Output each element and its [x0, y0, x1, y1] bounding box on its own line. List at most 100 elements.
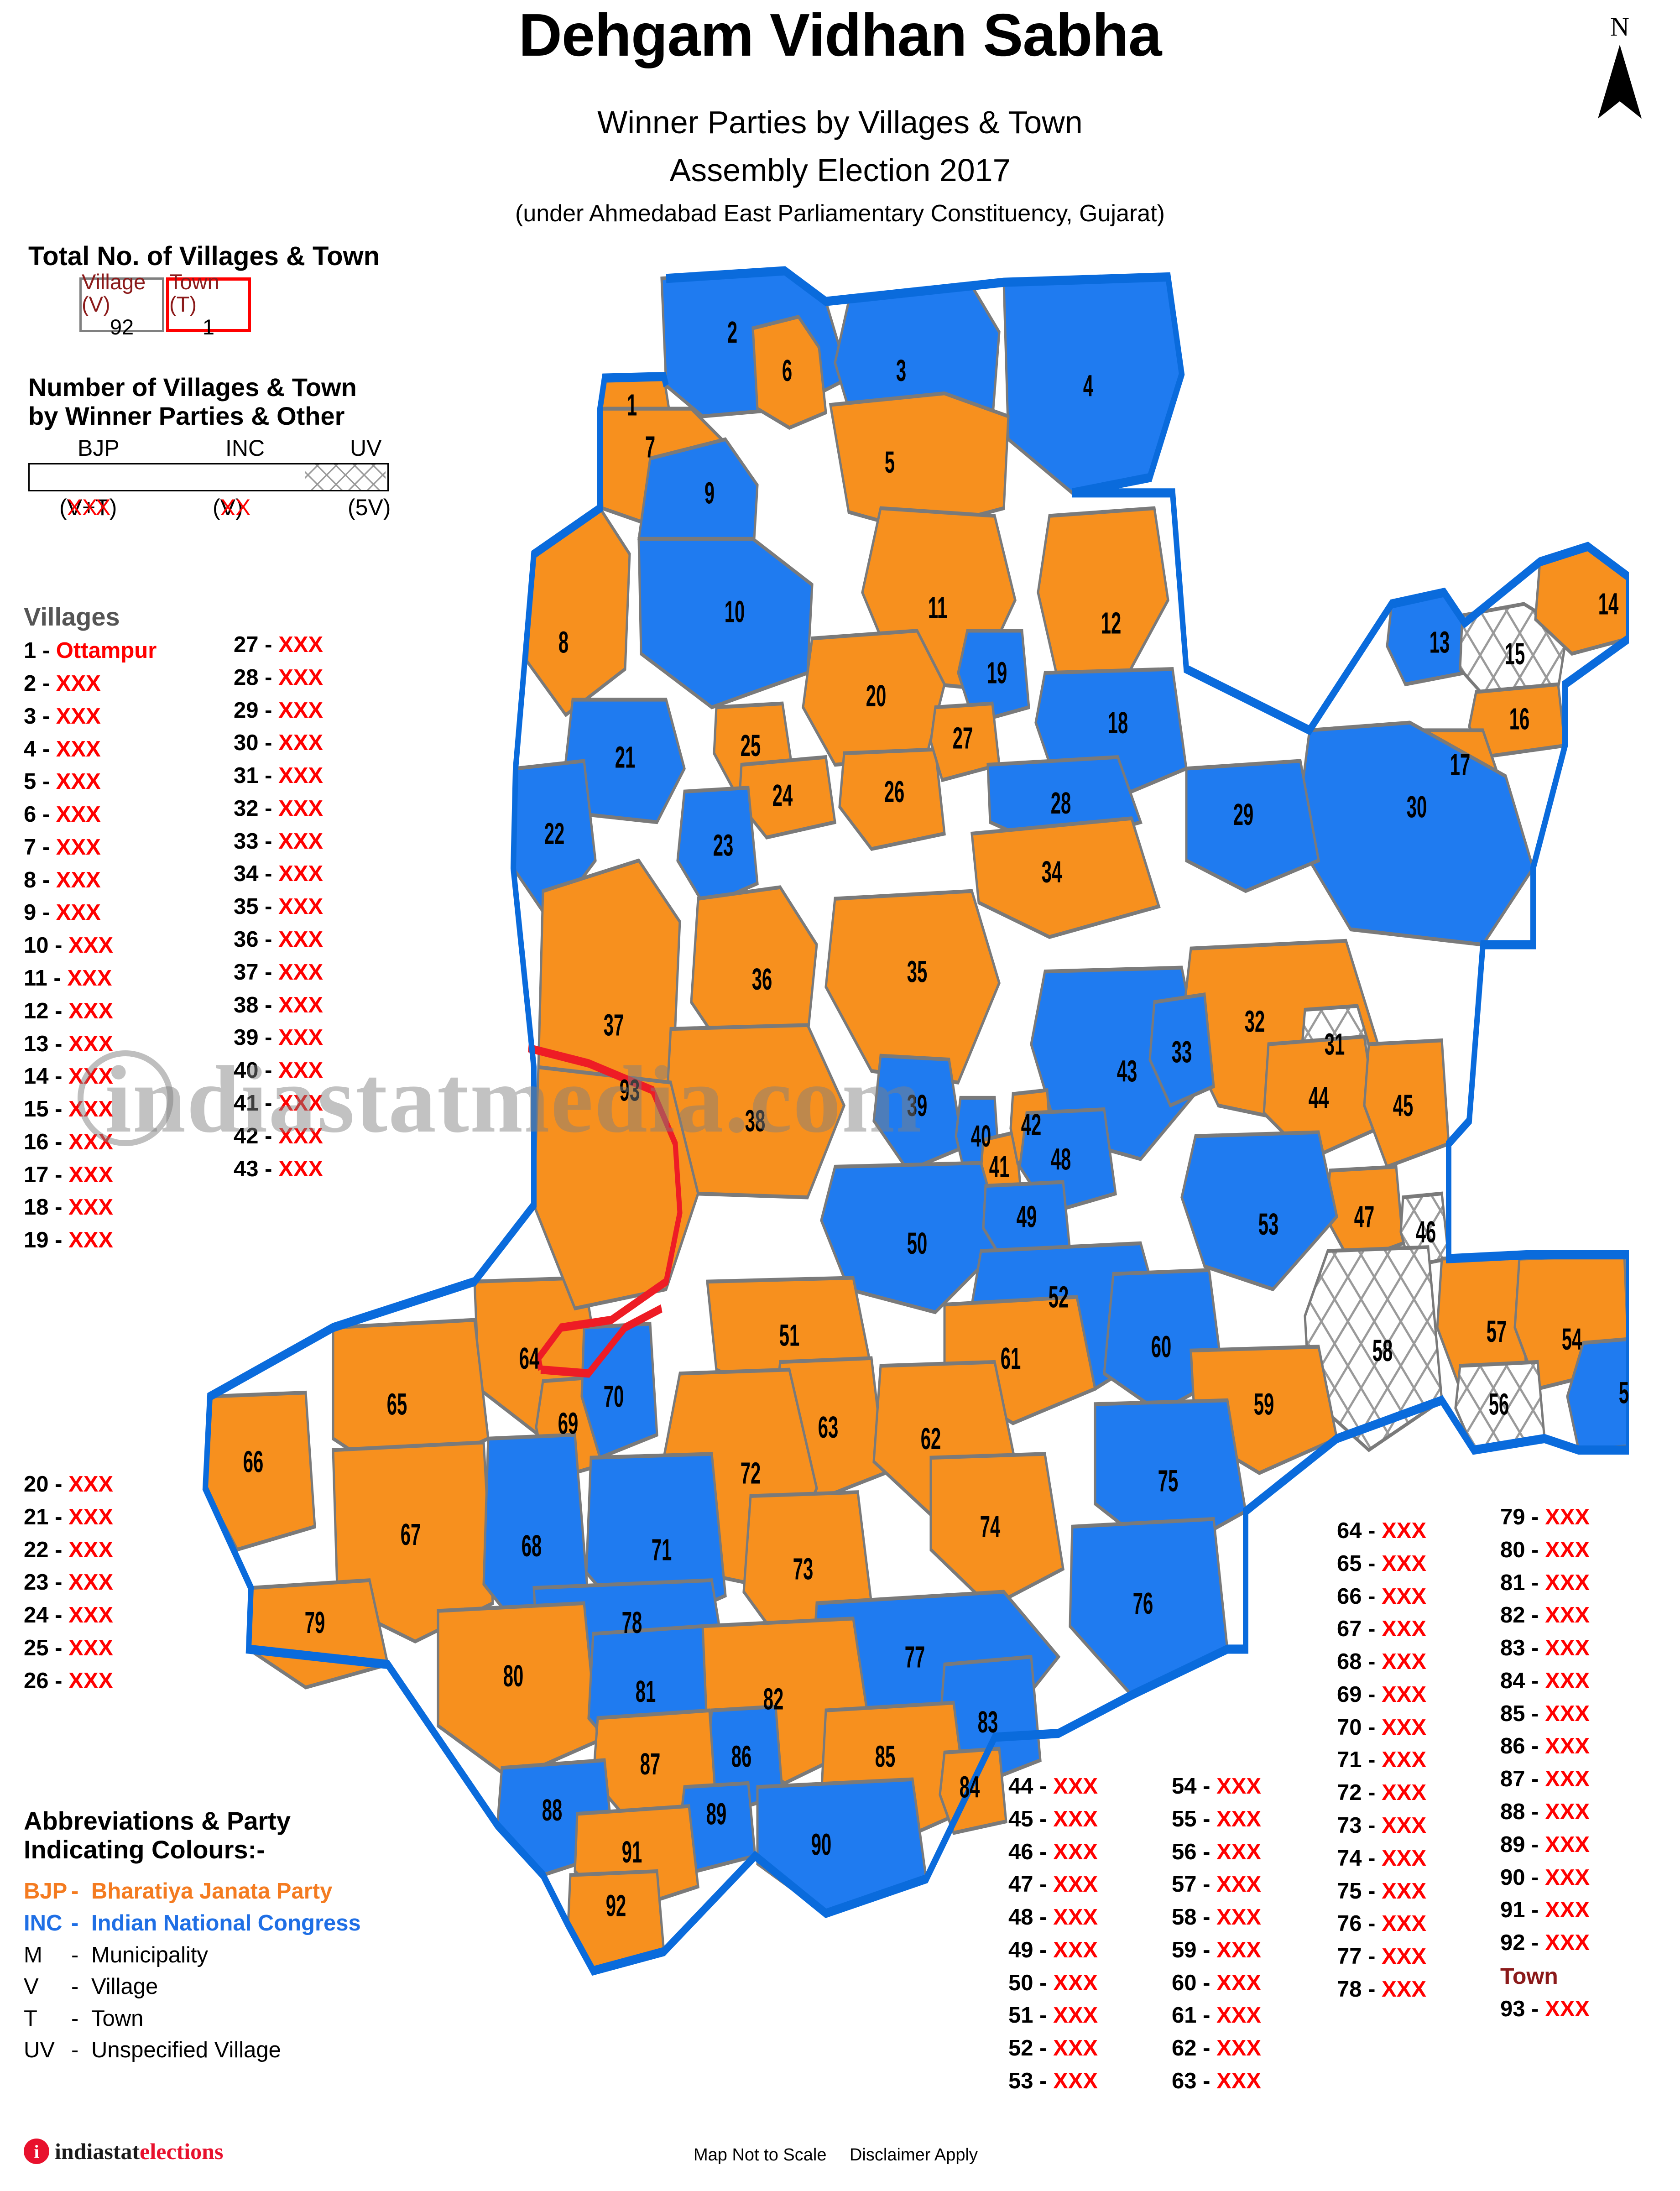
village-name: XXX: [1053, 2036, 1098, 2061]
map-region-label: 61: [1001, 1341, 1021, 1375]
map-region-label: 92: [606, 1888, 626, 1923]
village-number: 11 -: [24, 966, 68, 991]
note-map-not-to-scale: Map Not to Scale: [694, 2145, 827, 2165]
village-number: 9 -: [24, 900, 56, 925]
map-region-label: 12: [1101, 606, 1121, 640]
village-number: 19 -: [24, 1228, 69, 1253]
map-region-label: 26: [884, 774, 904, 809]
village-name: XXX: [1216, 2069, 1262, 2094]
map-region-label: 29: [1233, 797, 1253, 831]
map-region-label: 11: [928, 590, 947, 625]
village-number: 6 -: [24, 802, 56, 827]
village-number: 53 -: [1008, 2069, 1054, 2094]
map-region-label: 70: [604, 1379, 624, 1414]
village-list-item: 52 - XXX: [1008, 2032, 1098, 2065]
map-region-label: 3: [896, 353, 906, 387]
abbreviation-dash: -: [71, 2038, 79, 2063]
choropleth-map[interactable]: 1 2 3 4 5 6 7 8 9 10 11 12 13 14 15 16 17 18 19 20 21 22 23 24 2…: [78, 256, 1629, 2017]
map-region-label: 19: [987, 656, 1007, 690]
village-number: 22 -: [24, 1537, 69, 1562]
village-number: 7 -: [24, 835, 56, 860]
map-region-label: 20: [866, 678, 886, 713]
map-region-34[interactable]: [970, 816, 1161, 939]
map-region-label: 7: [645, 430, 655, 464]
map-region-label: 35: [907, 955, 927, 989]
village-number: 52 -: [1008, 2036, 1054, 2061]
map-region-93[interactable]: [532, 1065, 699, 1311]
note-disclaimer: Disclaimer Apply: [850, 2145, 978, 2165]
map-region-label: 2: [727, 315, 737, 349]
map-region-label: 75: [1158, 1464, 1178, 1498]
map-region-label: 44: [1309, 1080, 1329, 1115]
map-region-label: 13: [1430, 625, 1450, 659]
brand-text-part2: elections: [140, 2139, 224, 2164]
village-number: 5 -: [24, 769, 56, 794]
north-label: N: [1610, 12, 1629, 42]
village-number: 2 -: [24, 671, 56, 696]
map-region-label: 49: [1017, 1200, 1037, 1234]
map-region-label: 67: [401, 1517, 421, 1551]
map-region-label: 53: [1258, 1207, 1278, 1241]
village-list-item: 62 - XXX: [1172, 2032, 1261, 2065]
brand-logo[interactable]: i indiastatelections: [24, 2138, 223, 2165]
map-region-label: 42: [1021, 1107, 1041, 1142]
map-subtitle-constituency: (under Ahmedabad East Parliamentary Cons…: [515, 200, 1165, 227]
map-region-label: 83: [978, 1705, 998, 1739]
map-region-label: 17: [1450, 747, 1470, 782]
village-number: 23 -: [24, 1570, 69, 1595]
village-number: 26 -: [24, 1668, 69, 1693]
map-region-label: 55: [1619, 1376, 1629, 1410]
page-title: Dehgam Vidhan Sabha: [518, 1, 1162, 68]
map-region-label: 71: [652, 1533, 672, 1567]
abbreviation-key: INC: [24, 1911, 63, 1936]
footer: i indiastatelections Map Not to Scale Di…: [0, 2132, 1680, 2191]
village-list-item: 53 - XXX: [1008, 2065, 1098, 2098]
map-region-label: 90: [811, 1827, 831, 1862]
map-region-label: 69: [558, 1406, 578, 1440]
village-number: 17 -: [24, 1162, 69, 1187]
map-region-label: 30: [1407, 790, 1427, 824]
map-region-label: 23: [713, 828, 733, 862]
map-region-label: 18: [1108, 705, 1128, 740]
map-region-label: 41: [989, 1149, 1009, 1184]
map-header: Dehgam Vidhan Sabha Winner Parties by Vi…: [0, 0, 1680, 237]
map-region-label: 89: [706, 1797, 726, 1831]
map-region-12[interactable]: [1037, 506, 1169, 687]
map-region-label: 64: [519, 1341, 540, 1375]
map-region-label: 15: [1505, 636, 1525, 671]
map-region-label: 63: [818, 1410, 838, 1444]
village-number: 3 -: [24, 704, 56, 729]
map-region-label: 31: [1325, 1027, 1345, 1061]
map-subtitle-election-year: Assembly Election 2017: [669, 152, 1011, 188]
village-number: 15 -: [24, 1097, 69, 1122]
map-region-90[interactable]: [756, 1777, 928, 1915]
brand-mark-icon: i: [24, 2139, 49, 2164]
map-region-label: 8: [558, 625, 569, 659]
map-region-label: 4: [1083, 369, 1093, 403]
map-region-label: 50: [907, 1226, 927, 1260]
village-name: XXX: [1216, 2036, 1262, 2061]
north-arrow-icon: N: [1592, 14, 1647, 132]
village-number: 14 -: [24, 1064, 69, 1089]
map-region-label: 48: [1051, 1142, 1071, 1176]
village-number: 10 -: [24, 933, 69, 958]
brand-text: indiastatelections: [55, 2138, 223, 2165]
map-region-label: 58: [1372, 1333, 1393, 1367]
abbreviation-key: UV: [24, 2038, 55, 2063]
map-svg[interactable]: 123 45678910 11 1213141516171819202122 23242…: [78, 256, 1629, 2017]
map-region-label: 10: [725, 595, 745, 629]
map-region-label: 40: [971, 1119, 991, 1153]
map-region-label: 39: [907, 1088, 927, 1122]
abbreviation-key: M: [24, 1942, 42, 1967]
map-region-label: 16: [1509, 702, 1529, 736]
map-region-label: 79: [305, 1605, 325, 1639]
village-number: 63 -: [1172, 2069, 1217, 2094]
map-region-label: 14: [1598, 587, 1619, 621]
map-region-label: 77: [905, 1640, 925, 1674]
village-number: 1 -: [24, 638, 56, 663]
map-region-label: 47: [1354, 1200, 1374, 1234]
map-region-label: 32: [1245, 1004, 1265, 1038]
map-region-8[interactable]: [526, 506, 631, 717]
map-region-label: 6: [782, 353, 792, 387]
village-number: 8 -: [24, 867, 56, 892]
